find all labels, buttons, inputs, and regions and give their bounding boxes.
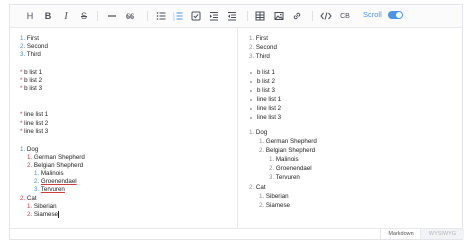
md-line: 3. Third xyxy=(20,51,41,58)
toolbar-separator xyxy=(312,11,313,21)
toggle-knob xyxy=(396,12,402,18)
preview-line: 1. First xyxy=(249,35,268,42)
toolbar-separator xyxy=(147,11,148,21)
scroll-sync-toggle[interactable] xyxy=(388,11,403,19)
table-icon[interactable] xyxy=(254,9,266,23)
preview-line: 1. Malinois xyxy=(269,156,299,163)
strike-icon[interactable]: S xyxy=(79,9,89,23)
italic-icon[interactable]: I xyxy=(61,9,71,23)
md-line: * b list 1 xyxy=(20,69,43,76)
ordered-list-icon[interactable]: 123 xyxy=(172,9,184,23)
preview-line: 3. Third xyxy=(249,53,270,60)
preview-line: 1. German Shepherd xyxy=(259,138,317,145)
md-line: 2. Second xyxy=(20,43,48,50)
preview-line: b list 2 xyxy=(257,78,275,85)
preview-line: b list 3 xyxy=(257,87,275,94)
md-line: 1. German Shepherd xyxy=(27,154,85,161)
preview-line: 2. Cat xyxy=(249,184,266,191)
md-line: 2. Cat xyxy=(20,195,37,202)
codeblock-icon[interactable]: CB xyxy=(338,9,352,23)
bullet-dot xyxy=(250,72,252,74)
md-line: * b list 2 xyxy=(20,77,43,84)
bullet-dot xyxy=(250,117,252,119)
wysiwyg-tab[interactable]: WYSIWYG xyxy=(420,229,464,239)
preview-line: 2. Belgian Shepherd xyxy=(259,147,316,154)
md-line: 2. Groenendael xyxy=(34,178,77,185)
md-line: 2. Belgian Shepherd xyxy=(27,162,84,169)
markdown-pane[interactable]: 1. First 2. Second 3. Third * b list 1 *… xyxy=(10,27,237,231)
task-icon[interactable] xyxy=(190,9,202,23)
md-line: 1. Malinois xyxy=(34,170,64,177)
image-icon[interactable] xyxy=(273,9,285,23)
preview-line: 3. Tervuren xyxy=(269,174,300,181)
md-line: * line list 3 xyxy=(20,128,49,135)
preview-line: 1. Dog xyxy=(249,129,268,136)
md-line: 1. Dog xyxy=(20,146,39,153)
md-line: 1. First xyxy=(20,35,39,42)
preview-line: line list 2 xyxy=(257,105,282,112)
preview-line: 2. Siamese xyxy=(259,202,290,209)
text-cursor xyxy=(58,211,60,218)
link-icon[interactable] xyxy=(291,9,303,23)
md-line: * line list 1 xyxy=(20,111,49,118)
toolbar-separator xyxy=(97,11,98,21)
svg-text:3: 3 xyxy=(173,18,175,22)
preview-line: b list 1 xyxy=(257,69,275,76)
md-line: 3. Tervuren xyxy=(34,186,65,193)
markdown-tab[interactable]: Markdown xyxy=(380,229,421,239)
preview-line: 2. Groenendael xyxy=(269,165,312,172)
bullet-dot xyxy=(250,81,252,83)
bullet-dot xyxy=(250,108,252,110)
md-line: * b list 3 xyxy=(20,85,43,92)
toolbar-separator xyxy=(247,11,248,21)
preview-line: 1. Siberian xyxy=(259,193,289,200)
md-line: 1. Siberian xyxy=(27,203,57,210)
quote-icon[interactable]: 66 xyxy=(124,9,136,23)
preview-line: line list 3 xyxy=(257,114,282,121)
code-icon[interactable] xyxy=(319,9,333,23)
preview-line: 2. Second xyxy=(249,44,277,51)
mode-switch-bar: Markdown WYSIWYG xyxy=(10,228,464,239)
md-line: 2. Siamese xyxy=(27,211,60,219)
preview-line: line list 1 xyxy=(257,96,282,103)
bold-icon[interactable]: B xyxy=(43,9,53,23)
hr-icon[interactable] xyxy=(106,9,118,23)
scroll-sync-label: Scroll xyxy=(363,10,382,19)
bullet-dot xyxy=(250,99,252,101)
editor-toolbar: H B I S 66 123 CB Scroll xyxy=(10,5,462,28)
markdown-editor: H B I S 66 123 CB Scroll 1. First 2. Sec… xyxy=(9,4,464,240)
bullet-list-icon[interactable] xyxy=(155,9,167,23)
preview-pane: 1. First 2. Second 3. Third b list 1 b l… xyxy=(238,27,464,231)
md-line: * line list 2 xyxy=(20,120,49,127)
indent-icon[interactable] xyxy=(208,9,220,23)
outdent-icon[interactable] xyxy=(226,9,238,23)
heading-icon[interactable]: H xyxy=(25,9,35,23)
bullet-dot xyxy=(250,90,252,92)
